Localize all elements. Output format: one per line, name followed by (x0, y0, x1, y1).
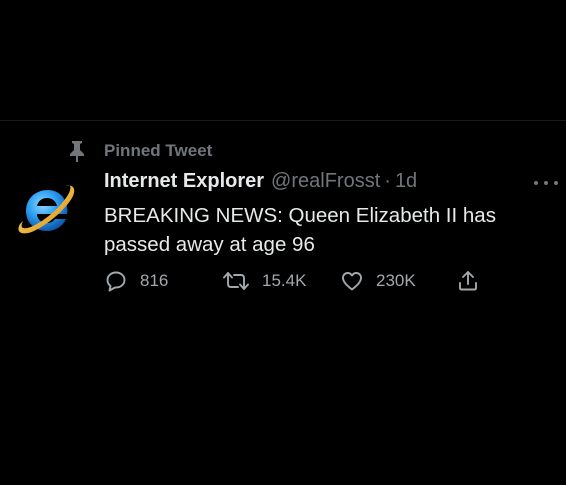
more-dot (534, 181, 538, 185)
share-button[interactable] (456, 268, 480, 294)
reply-icon (106, 271, 126, 292)
retweet-button[interactable]: 15.4K (222, 268, 306, 294)
author-display-name[interactable]: Internet Explorer (104, 170, 264, 193)
retweet-count: 15.4K (262, 271, 307, 290)
internet-explorer-logo-icon (18, 185, 75, 234)
tweet-content: Internet Explorer @realFrosst · 1d BREAK… (104, 170, 544, 259)
pinned-label: Pinned Tweet (104, 141, 213, 160)
more-dot (554, 181, 558, 185)
reply-count: 816 (140, 271, 169, 290)
tweet-text: BREAKING NEWS: Queen Elizabeth II has pa… (104, 204, 496, 256)
heart-icon (342, 272, 362, 291)
share-icon (459, 271, 477, 291)
reply-button[interactable]: 816 (104, 268, 168, 294)
retweet-icon (223, 272, 249, 290)
tweet-timestamp[interactable]: 1d (395, 170, 417, 193)
avatar[interactable] (14, 176, 78, 240)
pinned-tweet-indicator: Pinned Tweet (66, 140, 212, 162)
more-dot (544, 181, 548, 185)
tweet-header: Internet Explorer @realFrosst · 1d (104, 170, 544, 198)
more-options-button[interactable] (534, 178, 558, 188)
like-count: 230K (376, 271, 416, 290)
like-button[interactable]: 230K (340, 268, 416, 294)
author-handle[interactable]: @realFrosst (271, 170, 380, 193)
top-divider (0, 120, 566, 121)
pin-icon (66, 140, 88, 162)
separator-dot: · (384, 170, 391, 192)
